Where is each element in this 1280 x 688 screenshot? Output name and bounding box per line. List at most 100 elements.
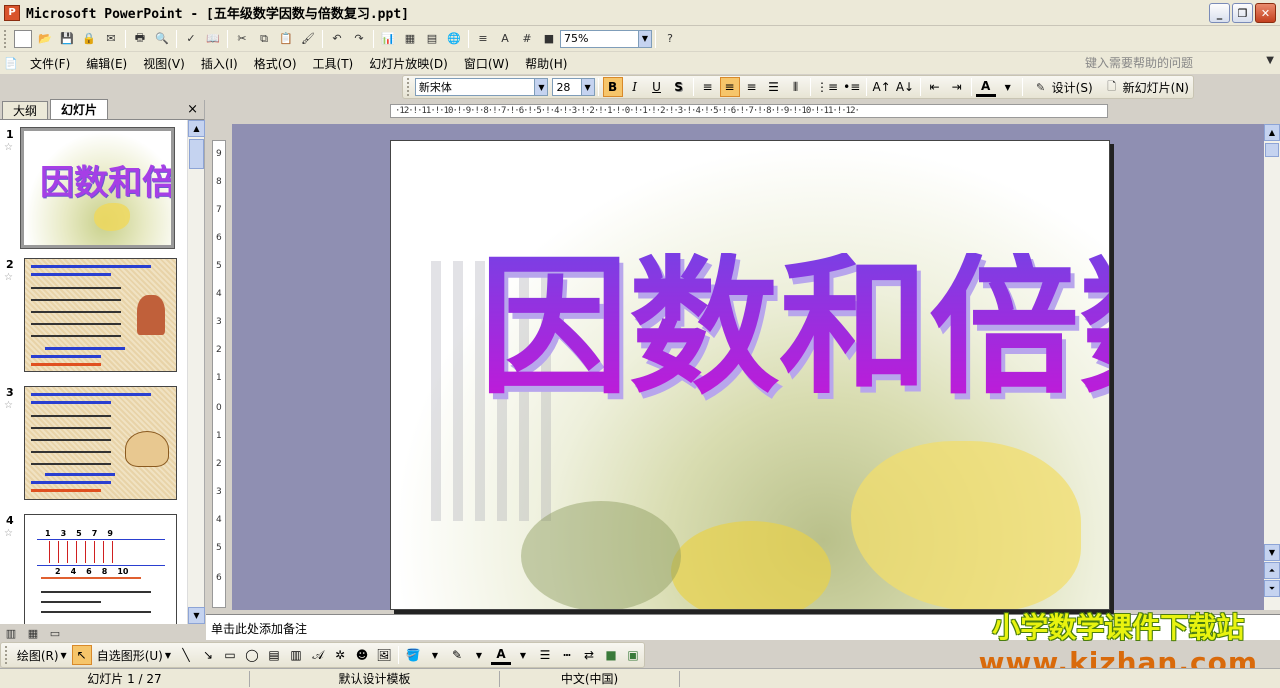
dash-style-icon[interactable]: ┅	[557, 645, 577, 665]
arrow-icon[interactable]: ↘	[198, 645, 218, 665]
align-left-icon[interactable]: ≡	[698, 77, 718, 97]
3d-style-icon[interactable]: ▣	[623, 645, 643, 665]
redo-icon[interactable]: ↷	[350, 30, 368, 48]
decrease-indent-icon[interactable]: ⇤	[925, 77, 945, 97]
align-right-icon[interactable]: ≡	[742, 77, 762, 97]
toolbar-grip[interactable]	[407, 78, 411, 96]
line-style-icon[interactable]: ☰	[535, 645, 555, 665]
scroll-down-icon[interactable]: ▼	[1264, 544, 1280, 561]
chevron-down-icon[interactable]: ▼	[998, 77, 1018, 97]
vertical-textbox-icon[interactable]: ▥	[286, 645, 306, 665]
copy-icon[interactable]: ⧉	[255, 30, 273, 48]
shadow-button[interactable]: S	[669, 77, 689, 97]
slide-thumbnail-2[interactable]	[24, 258, 177, 372]
help-search-input[interactable]: 键入需要帮助的问题	[1085, 54, 1260, 71]
list-item[interactable]: 1 ☆ 因数和倍数	[0, 127, 188, 249]
chevron-down-icon[interactable]: ▼	[638, 30, 651, 47]
current-slide[interactable]: 因数和倍数	[390, 140, 1110, 610]
email-icon[interactable]: ✉	[102, 30, 120, 48]
scroll-up-icon[interactable]: ▲	[188, 120, 205, 137]
main-scrollbar[interactable]: ▲ ▼ ⏶ ⏷	[1264, 124, 1280, 610]
oval-icon[interactable]: ◯	[242, 645, 262, 665]
distribute-icon[interactable]: ⫴	[786, 77, 806, 97]
insert-chart-icon[interactable]: 📊	[379, 30, 397, 48]
italic-button[interactable]: I	[625, 77, 645, 97]
chevron-down-icon[interactable]: ▼	[1266, 55, 1274, 66]
slide-thumbnail-1[interactable]: 因数和倍数	[20, 127, 175, 249]
document-icon[interactable]: 📄	[2, 54, 20, 72]
diagram-icon[interactable]: ✲	[330, 645, 350, 665]
maximize-button[interactable]: ❐	[1232, 3, 1253, 23]
paste-icon[interactable]: 📋	[277, 30, 295, 48]
menu-format[interactable]: 格式(O)	[246, 55, 305, 72]
menu-window[interactable]: 窗口(W)	[456, 55, 517, 72]
shadow-style-icon[interactable]: ■	[601, 645, 621, 665]
font-size-combo[interactable]: 28 ▼	[552, 78, 595, 96]
toolbar-grip[interactable]	[5, 646, 9, 664]
list-item[interactable]: 3 ☆	[0, 386, 188, 502]
undo-icon[interactable]: ↶	[328, 30, 346, 48]
chevron-down-icon[interactable]: ▼	[580, 79, 594, 95]
slide-title[interactable]: 因数和倍数	[479, 253, 1109, 403]
slide-thumbnail-4[interactable]: 1 3 5 7 9 2 4 6 8 10	[24, 514, 177, 624]
spelling-icon[interactable]: ✓	[182, 30, 200, 48]
autoshapes-button[interactable]: 自选图形(U) ▼	[93, 647, 175, 664]
chevron-down-icon[interactable]: ▼	[425, 645, 445, 665]
fill-color-icon[interactable]: 🪣	[403, 645, 423, 665]
wordart-icon[interactable]: 𝒜	[308, 645, 328, 665]
menu-file[interactable]: 文件(F)	[22, 55, 78, 72]
new-icon[interactable]	[14, 29, 32, 48]
tables-borders-icon[interactable]: ▤	[423, 30, 441, 48]
slideshow-icon[interactable]: ▭	[46, 624, 64, 642]
list-item[interactable]: 2 ☆	[0, 258, 188, 374]
research-icon[interactable]: 📖	[204, 30, 222, 48]
toolbar-grip[interactable]	[4, 29, 8, 48]
menu-slideshow[interactable]: 幻灯片放映(D)	[361, 55, 456, 72]
thumbnail-scrollbar[interactable]: ▲ ▼	[187, 120, 205, 624]
menu-view[interactable]: 视图(V)	[135, 55, 193, 72]
bold-button[interactable]: B	[602, 77, 623, 97]
minimize-button[interactable]: _	[1209, 3, 1230, 23]
arrow-style-icon[interactable]: ⇄	[579, 645, 599, 665]
font-color-icon[interactable]: A	[975, 77, 996, 97]
rectangle-icon[interactable]: ▭	[220, 645, 240, 665]
align-center-icon[interactable]: ≡	[719, 77, 740, 97]
menu-tools[interactable]: 工具(T)	[305, 55, 362, 72]
increase-font-icon[interactable]: A↑	[871, 77, 892, 97]
zoom-combo[interactable]: 75% ▼	[560, 29, 652, 48]
menu-help[interactable]: 帮助(H)	[517, 55, 575, 72]
insert-table-icon[interactable]: ▦	[401, 30, 419, 48]
menu-edit[interactable]: 编辑(E)	[78, 55, 135, 72]
select-pointer-icon[interactable]: ↖	[71, 645, 92, 665]
decrease-font-icon[interactable]: A↓	[894, 77, 915, 97]
design-button[interactable]: ✎ 设计(S)	[1026, 78, 1097, 96]
increase-indent-icon[interactable]: ⇥	[947, 77, 967, 97]
list-item[interactable]: 4 ☆ 1 3 5 7 9 2 4 6 8 10	[0, 514, 188, 624]
slide-sorter-icon[interactable]: ▦	[24, 624, 42, 642]
scroll-thumb[interactable]	[1265, 143, 1279, 157]
open-icon[interactable]: 📂	[36, 30, 54, 48]
tab-slides[interactable]: 幻灯片	[50, 99, 109, 119]
print-icon[interactable]: 🖶	[131, 30, 149, 48]
cut-icon[interactable]: ✂	[233, 30, 251, 48]
save-icon[interactable]: 💾	[58, 30, 76, 48]
underline-button[interactable]: U	[647, 77, 667, 97]
expand-all-icon[interactable]: ≡	[474, 30, 492, 48]
menu-insert[interactable]: 插入(I)	[193, 55, 246, 72]
new-slide-button[interactable]: 🗋 新幻灯片(N)	[1097, 78, 1193, 96]
print-preview-icon[interactable]: 🔍	[153, 30, 171, 48]
justify-icon[interactable]: ☰	[764, 77, 784, 97]
chevron-down-icon[interactable]: ▼	[513, 645, 533, 665]
hyperlink-icon[interactable]: 🌐	[445, 30, 463, 48]
next-slide-icon[interactable]: ⏷	[1264, 580, 1280, 597]
font-color-icon[interactable]: A	[491, 645, 511, 665]
show-formatting-icon[interactable]: A	[496, 30, 514, 48]
normal-view-icon[interactable]: ▥	[2, 624, 20, 642]
clipart-icon[interactable]: ☻	[352, 645, 372, 665]
format-painter-icon[interactable]: 🖌	[299, 30, 317, 48]
picture-icon[interactable]: 🖼	[374, 645, 394, 665]
scroll-up-icon[interactable]: ▲	[1264, 124, 1280, 141]
help-icon[interactable]: ?	[661, 30, 679, 48]
line-icon[interactable]: ╲	[176, 645, 196, 665]
textbox-icon[interactable]: ▤	[264, 645, 284, 665]
